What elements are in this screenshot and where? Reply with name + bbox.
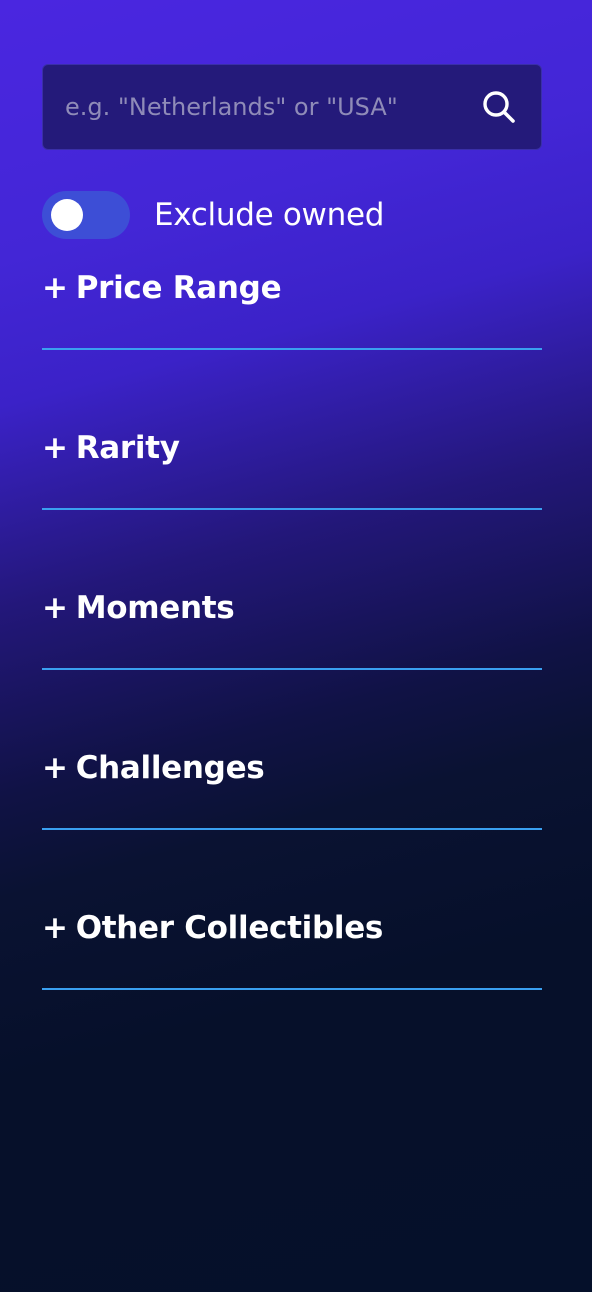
- other-collectibles-header[interactable]: + Other Collectibles: [42, 910, 383, 946]
- filter-section-other-collectibles: + Other Collectibles: [42, 830, 542, 990]
- filter-panel: Exclude owned + Price Range + Rarity + M…: [42, 64, 542, 990]
- toggle-knob: [51, 199, 83, 231]
- search-button[interactable]: [477, 85, 521, 129]
- plus-icon: +: [42, 590, 68, 626]
- rarity-header[interactable]: + Rarity: [42, 430, 180, 466]
- section-label: Challenges: [75, 750, 265, 786]
- filter-section-moments: + Moments: [42, 510, 542, 670]
- section-label: Other Collectibles: [75, 910, 384, 946]
- plus-icon: +: [42, 270, 68, 306]
- search-bar: [42, 64, 542, 150]
- filter-section-rarity: + Rarity: [42, 350, 542, 510]
- section-label: Moments: [75, 590, 235, 626]
- filter-section-price-range: + Price Range: [42, 240, 542, 350]
- filter-section-challenges: + Challenges: [42, 670, 542, 830]
- search-input[interactable]: [65, 93, 477, 121]
- section-label: Rarity: [75, 430, 180, 466]
- plus-icon: +: [42, 910, 68, 946]
- search-icon: [483, 91, 515, 123]
- exclude-owned-label: Exclude owned: [154, 197, 385, 233]
- moments-header[interactable]: + Moments: [42, 590, 235, 626]
- challenges-header[interactable]: + Challenges: [42, 750, 265, 786]
- plus-icon: +: [42, 750, 68, 786]
- plus-icon: +: [42, 430, 68, 466]
- exclude-owned-toggle[interactable]: [42, 191, 130, 239]
- price-range-header[interactable]: + Price Range: [42, 270, 282, 306]
- section-label: Price Range: [75, 270, 282, 306]
- exclude-owned-row: Exclude owned: [42, 190, 542, 240]
